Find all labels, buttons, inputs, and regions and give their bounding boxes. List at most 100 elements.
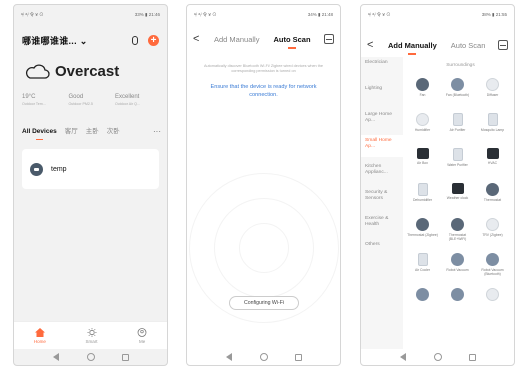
device-type-label: Humidifier: [414, 128, 431, 132]
status-bar: ᵃᵢˡ ᵃᵢˡ 令 ¥ ⊙ 38% ▮ 21:55: [368, 11, 507, 19]
stat-value: Excellent: [115, 94, 140, 100]
category-sidebar: Electrician Lighting Large Home Ap... Sm…: [361, 57, 403, 349]
water-purifier-icon: [452, 148, 463, 161]
room-tabs: All Devices 客厅 主卧 次卧 ···: [22, 125, 161, 140]
tab-add-manually[interactable]: Add Manually: [214, 35, 259, 44]
back-nav-button[interactable]: [224, 353, 233, 362]
microphone-icon[interactable]: [132, 35, 138, 45]
device-type-item[interactable]: Robot Vacuum: [440, 253, 475, 277]
back-icon[interactable]: <: [367, 39, 381, 51]
sidebar-item-small-home-appliances[interactable]: Small Home Ap...: [361, 135, 403, 157]
thermostat-icon: [486, 183, 499, 196]
device-type-label: Air Purifier: [449, 128, 466, 132]
home-nav-button[interactable]: [86, 353, 95, 362]
device-type-item[interactable]: Water Purifier: [440, 148, 475, 172]
tab-room-1[interactable]: 客厅: [65, 125, 78, 135]
back-nav-button[interactable]: [398, 353, 407, 362]
add-device-button[interactable]: +: [148, 34, 159, 46]
back-nav-button[interactable]: [51, 353, 60, 362]
sidebar-item-security-sensors[interactable]: Security & Sensors: [361, 187, 403, 209]
weather-condition: Overcast: [55, 63, 120, 80]
tab-room-2[interactable]: 主卧: [86, 125, 99, 135]
device-type-label: Thermostat (BLE+WiFi): [448, 233, 467, 241]
phone-auto-scan-screen: ᵃᵢˡ ᵃᵢˡ 令 ¥ ⊙ 34% ▮ 21:48 < Add Manually…: [186, 4, 341, 366]
hvac-icon: [486, 148, 499, 159]
recents-nav-button[interactable]: [121, 353, 130, 362]
clock-icon: [451, 183, 464, 194]
device-type-item[interactable]: HVAC: [475, 148, 510, 172]
device-type-item[interactable]: Dehumidifier: [405, 183, 440, 207]
device-type-item[interactable]: Thermostat (BLE+WiFi): [440, 218, 475, 242]
device-type-item[interactable]: [475, 288, 510, 312]
device-card[interactable]: temp: [22, 149, 159, 189]
back-triangle-icon: [52, 353, 59, 361]
tab-auto-scan[interactable]: Auto Scan: [273, 35, 311, 49]
status-left: ᵃᵢˡ ᵃᵢˡ 令 ¥ ⊙: [194, 12, 217, 17]
thermostat-icon: [30, 162, 43, 176]
sidebar-item-exercise-health[interactable]: Exercise & Health: [361, 213, 403, 235]
recents-nav-button[interactable]: [468, 353, 477, 362]
device-type-item[interactable]: Thermostat: [475, 183, 510, 207]
device-type-label: Mosquito Lamp: [480, 128, 505, 132]
tab-add-manually[interactable]: Add Manually: [388, 41, 437, 55]
scan-icon[interactable]: [498, 40, 508, 50]
sun-icon: [87, 327, 96, 337]
device-icon: [451, 288, 464, 301]
device-type-label: Weather clock: [446, 196, 469, 200]
scan-icon[interactable]: [324, 34, 334, 44]
stat-air-quality: Excellent Outdoor Air Q...: [115, 94, 159, 106]
device-type-item[interactable]: [440, 288, 475, 312]
home-circle-icon: [259, 353, 268, 361]
thermostat-icon: [451, 218, 464, 231]
sidebar-item-lighting[interactable]: Lighting: [361, 83, 403, 105]
device-type-item[interactable]: Air Purifier: [440, 113, 475, 137]
device-type-item[interactable]: Mosquito Lamp: [475, 113, 510, 137]
tab-home[interactable]: Home: [33, 327, 46, 344]
device-type-label: Diffuser: [486, 93, 499, 97]
air-purifier-icon: [452, 113, 463, 126]
device-type-item[interactable]: Thermostat (Zigbee): [405, 218, 440, 242]
recents-square-icon: [122, 353, 129, 361]
sidebar-item-large-home-appliances[interactable]: Large Home Ap...: [361, 109, 403, 131]
back-icon[interactable]: <: [193, 33, 207, 45]
stat-label: Outdoor PM2.5: [68, 102, 93, 106]
stat-label: Outdoor Air Q...: [115, 102, 140, 106]
stat-pm25: Good Outdoor PM2.5: [69, 94, 113, 106]
tab-room-3[interactable]: 次卧: [107, 125, 120, 135]
home-nav-button[interactable]: [259, 353, 268, 362]
device-type-item[interactable]: Weather clock: [440, 183, 475, 207]
tab-all-devices[interactable]: All Devices: [22, 128, 57, 140]
phone-add-manually-screen: ᵃᵢˡ ᵃᵢˡ 令 ¥ ⊙ 38% ▮ 21:55 < Add Manually…: [360, 4, 515, 366]
home-selector[interactable]: 哪谁哪谁谁... ⌄: [22, 34, 88, 47]
recents-nav-button[interactable]: [294, 353, 303, 362]
tab-smart[interactable]: Smart: [86, 327, 98, 344]
sidebar-item-electrician[interactable]: Electrician: [361, 57, 403, 79]
device-type-item[interactable]: Diffuser: [475, 78, 510, 102]
status-left: ᵃᵢˡ ᵃᵢˡ 令 ¥ ⊙: [368, 12, 391, 17]
header-actions: +: [132, 34, 159, 46]
humidifier-icon: [416, 113, 429, 126]
lamp-icon: [487, 113, 498, 126]
tab-me[interactable]: Me: [137, 327, 147, 344]
tab-label: Home: [33, 338, 46, 344]
status-right: 34% ▮ 21:48: [307, 12, 333, 17]
weather-summary: Overcast: [24, 63, 119, 80]
device-type-item[interactable]: Robot Vacuum (Bluetooth): [475, 253, 510, 277]
device-type-item[interactable]: [405, 288, 440, 312]
more-tabs-button[interactable]: ···: [153, 128, 161, 136]
device-type-label: Air Cooler: [414, 268, 431, 272]
sidebar-item-kitchen-appliances[interactable]: Kitchen Applianc...: [361, 161, 403, 183]
sidebar-item-others[interactable]: Others: [361, 239, 403, 261]
diffuser-icon: [486, 78, 499, 91]
device-type-item[interactable]: Humidifier: [405, 113, 440, 137]
device-type-item[interactable]: Air Box: [405, 148, 440, 172]
configuring-wifi-button[interactable]: Configuring Wi-Fi: [229, 296, 299, 310]
device-type-item[interactable]: Fan: [405, 78, 440, 102]
device-type-label: Air Box: [417, 161, 428, 165]
home-nav-button[interactable]: [433, 353, 442, 362]
tab-auto-scan[interactable]: Auto Scan: [451, 41, 486, 50]
device-type-item[interactable]: TRV (Zigbee): [475, 218, 510, 242]
device-type-item[interactable]: Air Cooler: [405, 253, 440, 277]
device-type-item[interactable]: Fan (Bluetooth): [440, 78, 475, 102]
fan-icon: [451, 78, 464, 91]
